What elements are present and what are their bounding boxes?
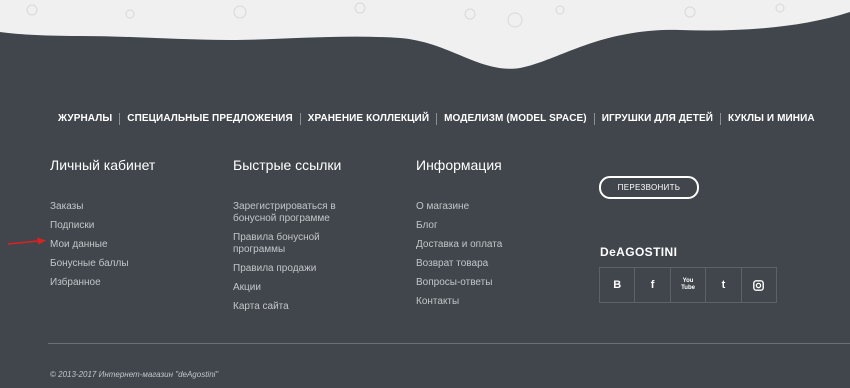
copyright-text: © 2013-2017 Интернет-магазин "deAgostini… [50, 370, 219, 379]
info-link-about[interactable]: О магазине [416, 201, 566, 213]
nav-item-magazines[interactable]: ЖУРНАЛЫ [58, 113, 119, 125]
info-link-faq[interactable]: Вопросы-ответы [416, 277, 566, 289]
info-link-delivery[interactable]: Доставка и оплата [416, 239, 566, 251]
nav-item-storage[interactable]: ХРАНЕНИЕ КОЛЛЕКЦИЙ [299, 113, 436, 125]
nav-item-kids-toys[interactable]: ИГРУШКИ ДЛЯ ДЕТЕЙ [593, 113, 720, 125]
quick-link-sale-rules[interactable]: Правила продажи [233, 263, 353, 275]
account-title: Личный кабинет [50, 157, 156, 173]
quick-link-bonus-rules[interactable]: Правила бонусной программы [233, 232, 353, 256]
account-link-favorites[interactable]: Избранное [50, 277, 200, 289]
instagram-icon[interactable] [740, 268, 776, 302]
account-link-my-data[interactable]: Мои данные [50, 239, 200, 251]
quick-link-register[interactable]: Зарегистрироваться в бонусной программе [233, 201, 353, 225]
youtube-icon[interactable]: You Tube [669, 268, 705, 302]
callback-button[interactable]: ПЕРЕЗВОНИТЬ [599, 176, 699, 199]
nav-item-modelism[interactable]: МОДЕЛИЗМ (MODEL SPACE) [436, 113, 594, 125]
account-link-subscriptions[interactable]: Подписки [50, 220, 200, 232]
info-link-contacts[interactable]: Контакты [416, 296, 566, 308]
facebook-icon[interactable]: f [634, 268, 669, 302]
quick-links-title: Быстрые ссылки [233, 157, 342, 173]
top-categories-nav: ЖУРНАЛЫ СПЕЦИАЛЬНЫЕ ПРЕДЛОЖЕНИЯ ХРАНЕНИЕ К… [58, 113, 822, 125]
footer-divider [48, 343, 850, 344]
account-link-orders[interactable]: Заказы [50, 201, 200, 213]
info-link-returns[interactable]: Возврат товара [416, 258, 566, 270]
quick-links-column: Быстрые ссылки Зарегистрироваться в бону… [233, 157, 353, 320]
quick-link-promotions[interactable]: Акции [233, 282, 353, 294]
quick-link-sitemap[interactable]: Карта сайта [233, 301, 353, 313]
vk-icon[interactable]: В [600, 268, 634, 302]
deagostini-logo[interactable]: DeAGOSTINI [600, 245, 677, 259]
decorative-wave [0, 0, 850, 69]
nav-item-special-offers[interactable]: СПЕЦИАЛЬНЫЕ ПРЕДЛОЖЕНИЯ [119, 113, 300, 125]
info-column: Информация О магазине Блог Доставка и оп… [416, 157, 566, 315]
info-link-blog[interactable]: Блог [416, 220, 566, 232]
info-title: Информация [416, 157, 502, 173]
social-links: В f You Tube t [599, 267, 777, 303]
account-link-bonus[interactable]: Бонусные баллы [50, 258, 200, 270]
nav-item-dolls[interactable]: КУКЛЫ И МИНИА [720, 113, 822, 125]
twitter-icon[interactable]: t [705, 268, 740, 302]
account-column: Личный кабинет Заказы Подписки Мои данны… [50, 157, 200, 296]
red-arrow-icon [8, 237, 46, 245]
